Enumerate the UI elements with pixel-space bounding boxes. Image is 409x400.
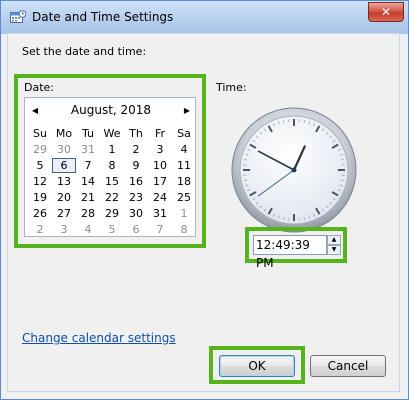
cancel-button[interactable]: Cancel [310, 355, 386, 377]
calendar-day[interactable]: 27 [52, 206, 76, 221]
instruction-text: Set the date and time: [22, 45, 147, 58]
calendar-day[interactable]: 6 [52, 158, 76, 173]
calendar-day[interactable]: 13 [52, 174, 76, 189]
next-month-button[interactable]: ▶ [180, 104, 194, 118]
weekday-header: Th [129, 127, 143, 140]
weekday-header: Mo [55, 127, 73, 140]
calendar-day[interactable]: 29 [100, 206, 124, 221]
calendar-day[interactable]: 4 [76, 222, 100, 237]
calendar-day[interactable]: 20 [52, 190, 76, 205]
time-spin-down-button[interactable]: ▼ [327, 245, 341, 255]
calendar-day[interactable]: 8 [172, 222, 196, 237]
calendar-day[interactable]: 22 [100, 190, 124, 205]
calendar-day[interactable]: 21 [76, 190, 100, 205]
calendar-day[interactable]: 29 [28, 142, 52, 157]
calendar-day[interactable]: 26 [28, 206, 52, 221]
close-button[interactable]: ✕ [368, 2, 404, 22]
calendar-day[interactable]: 11 [172, 158, 196, 173]
calendar-day[interactable]: 2 [28, 222, 52, 237]
calendar-day[interactable]: 12 [28, 174, 52, 189]
calendar-day[interactable]: 3 [148, 142, 172, 157]
close-icon: ✕ [380, 5, 392, 19]
calendar-day[interactable]: 16 [124, 174, 148, 189]
calendar-day[interactable]: 8 [100, 158, 124, 173]
calendar-day[interactable]: 9 [124, 158, 148, 173]
spin-up-icon: ▲ [331, 236, 337, 243]
window-title: Date and Time Settings [32, 10, 174, 24]
calendar-day[interactable]: 31 [148, 206, 172, 221]
calendar-day[interactable]: 24 [148, 190, 172, 205]
time-input[interactable]: 12:49:39 PM [253, 235, 327, 270]
calendar-day[interactable]: 30 [52, 142, 76, 157]
calendar-day[interactable]: 10 [148, 158, 172, 173]
calendar-day[interactable]: 2 [124, 142, 148, 157]
calendar-day[interactable]: 4 [172, 142, 196, 157]
weekday-header: Sa [177, 127, 191, 140]
weekday-header: Fr [154, 127, 166, 140]
calendar-day[interactable]: 7 [76, 158, 100, 173]
prev-month-button[interactable]: ◀ [28, 104, 42, 118]
calendar-day[interactable]: 15 [100, 174, 124, 189]
spin-down-icon: ▼ [331, 246, 337, 253]
calendar-day[interactable]: 19 [28, 190, 52, 205]
change-calendar-settings-link[interactable]: Change calendar settings [22, 331, 176, 345]
calendar-month-title[interactable]: August, 2018 [61, 103, 161, 117]
calendar-day[interactable]: 5 [100, 222, 124, 237]
weekday-header: We [103, 127, 121, 140]
calendar-day[interactable]: 30 [124, 206, 148, 221]
calendar-day[interactable]: 17 [148, 174, 172, 189]
weekday-header: Tu [81, 127, 95, 140]
calendar-day[interactable]: 23 [124, 190, 148, 205]
calendar-day[interactable]: 18 [172, 174, 196, 189]
calendar-clock-icon [10, 10, 26, 23]
title-bar[interactable]: Date and Time Settings ✕ [1, 1, 408, 34]
analog-clock [231, 107, 357, 233]
calendar-day[interactable]: 1 [172, 206, 196, 221]
calendar-day[interactable]: 28 [76, 206, 100, 221]
weekday-header: Su [33, 127, 47, 140]
calendar-day[interactable]: 25 [172, 190, 196, 205]
calendar[interactable]: ◀ August, 2018 ▶ Su Mo Tu We Th Fr Sa 29 30 31 1 2 3… [24, 97, 196, 237]
ok-button[interactable]: OK [219, 355, 295, 377]
calendar-day[interactable]: 7 [148, 222, 172, 237]
calendar-day[interactable]: 14 [76, 174, 100, 189]
date-label: Date: [24, 81, 54, 94]
time-label: Time: [216, 81, 247, 94]
time-spin-up-button[interactable]: ▲ [327, 235, 341, 245]
calendar-day[interactable]: 6 [124, 222, 148, 237]
calendar-day[interactable]: 3 [52, 222, 76, 237]
clock-center-pin [291, 167, 297, 173]
calendar-day[interactable]: 5 [28, 158, 52, 173]
calendar-day[interactable]: 1 [100, 142, 124, 157]
calendar-day[interactable]: 31 [76, 142, 100, 157]
